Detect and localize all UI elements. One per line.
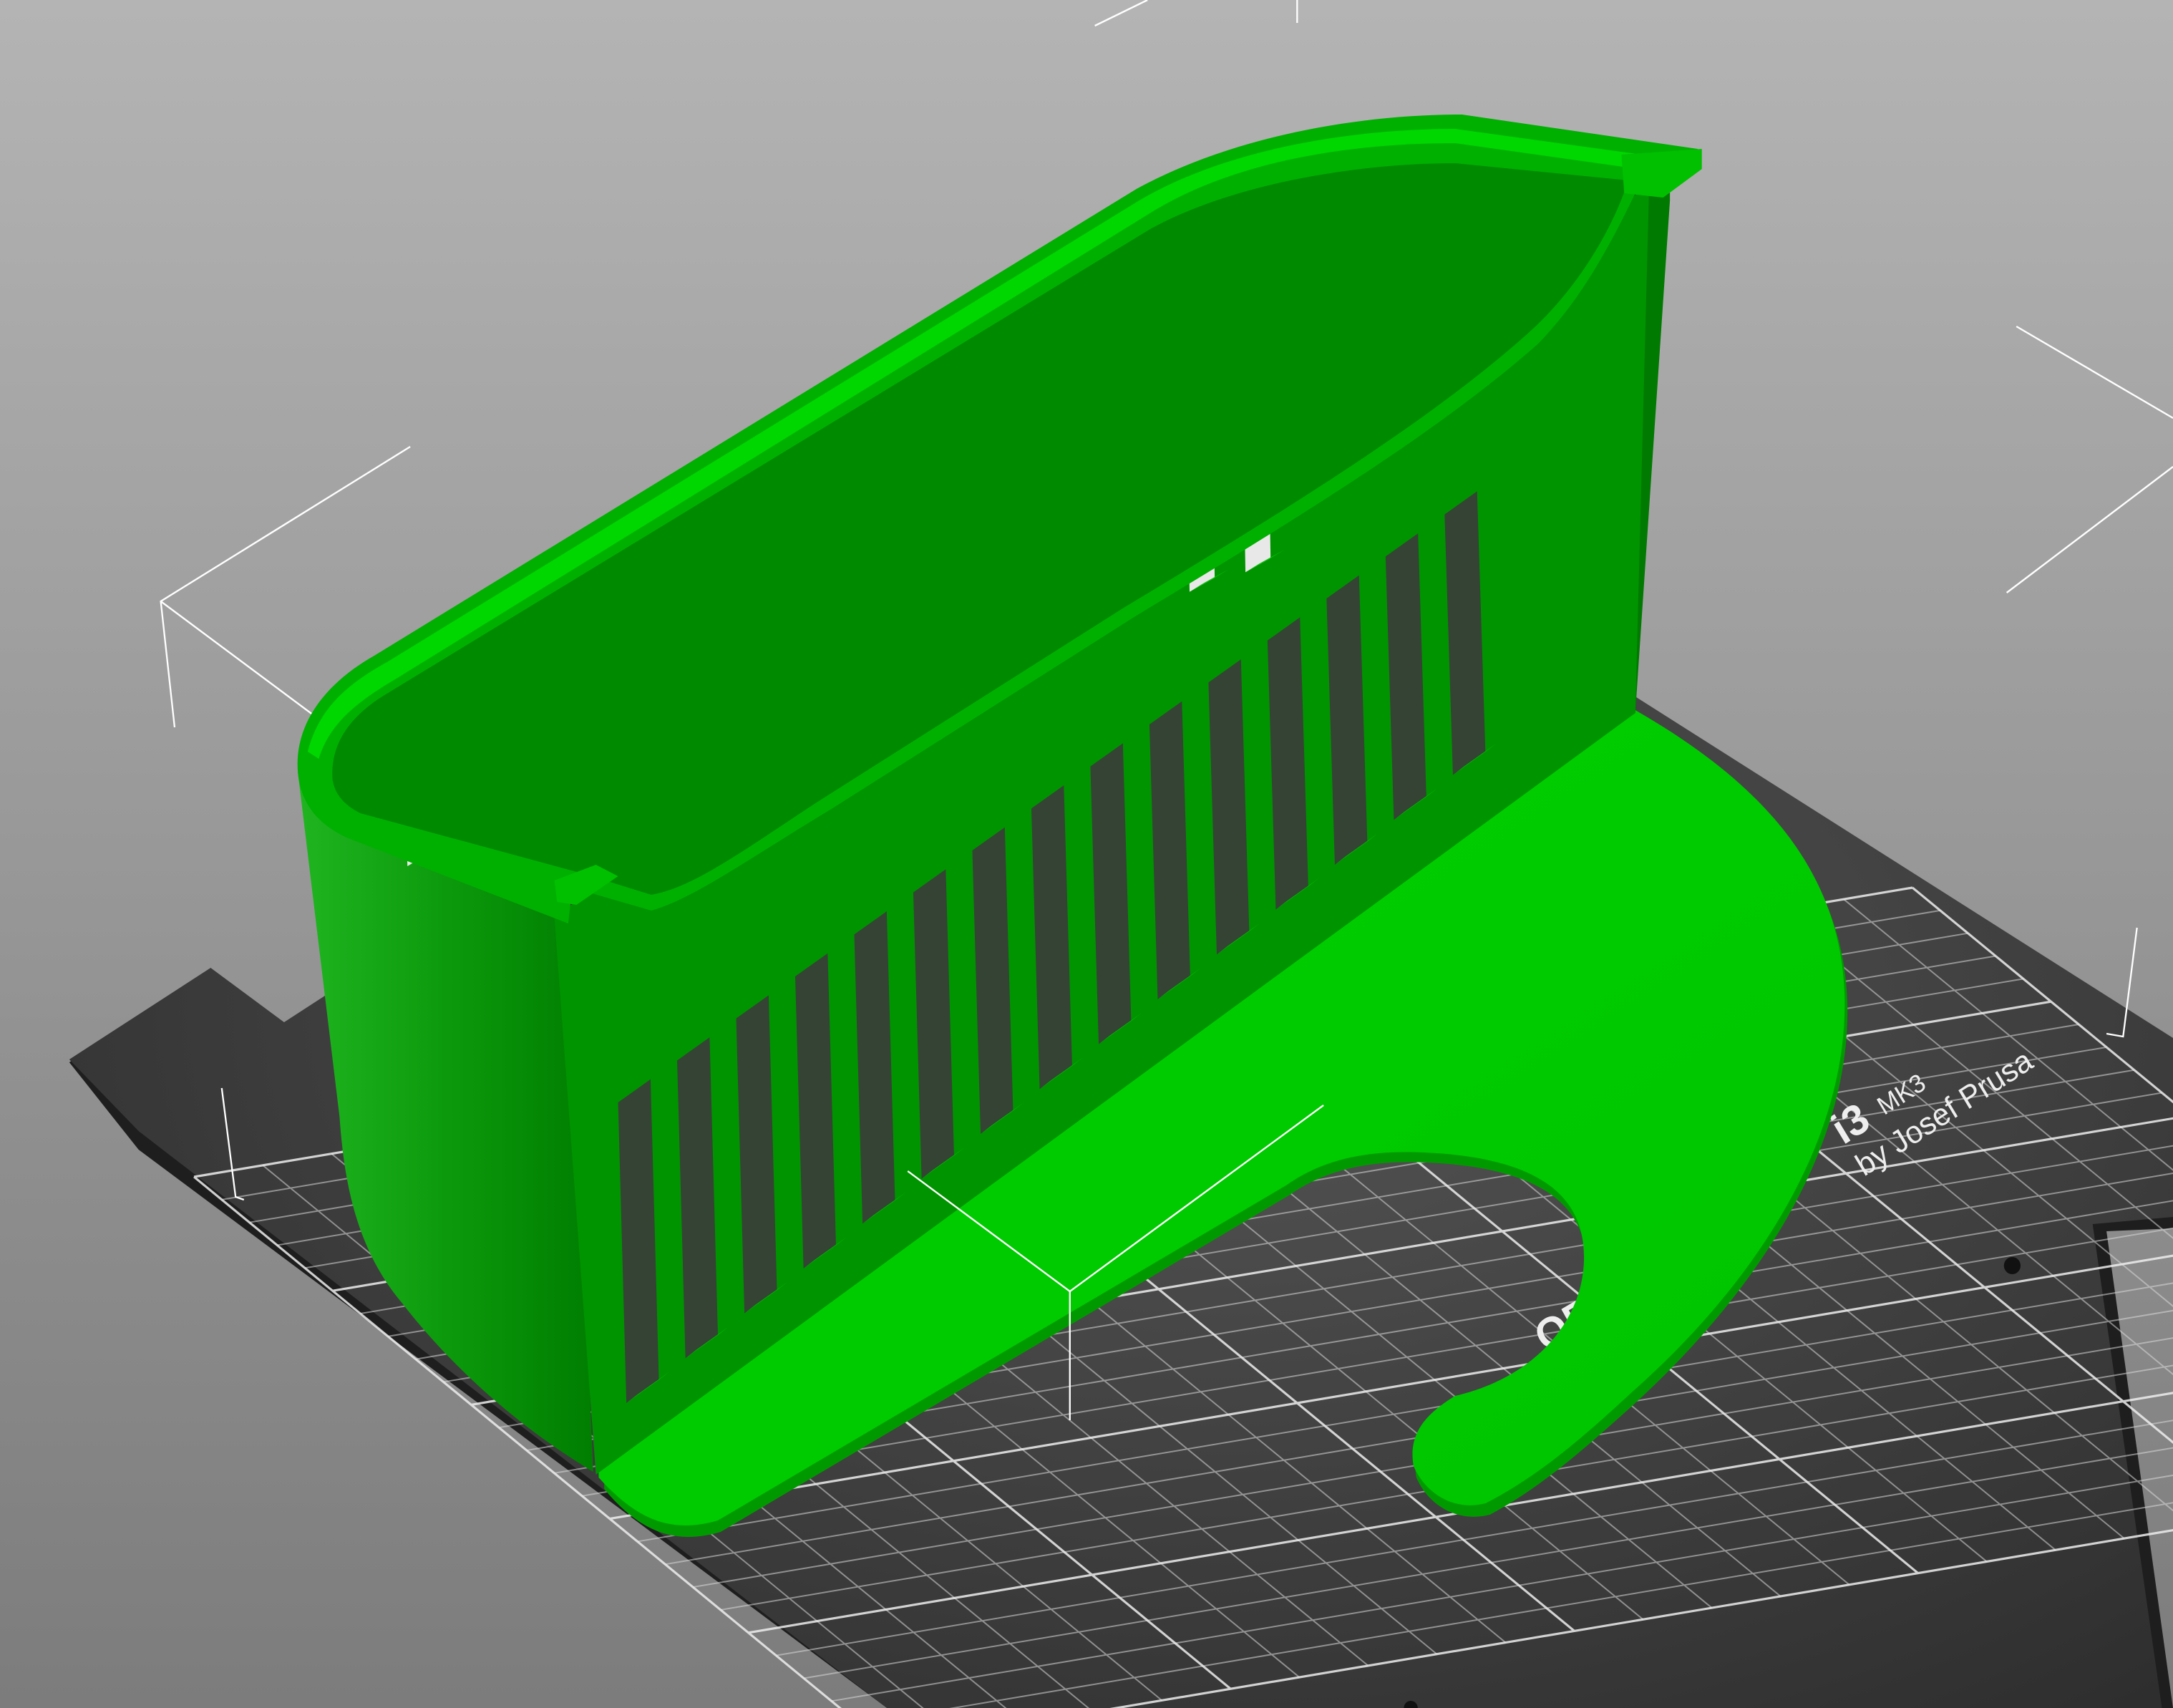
bed-mount-hole [2003,1257,2021,1274]
3d-scene[interactable]: i3 MK3 by Josef Prusa OR [0,0,2173,1708]
3d-viewport[interactable]: i3 MK3 by Josef Prusa OR [0,0,2173,1708]
